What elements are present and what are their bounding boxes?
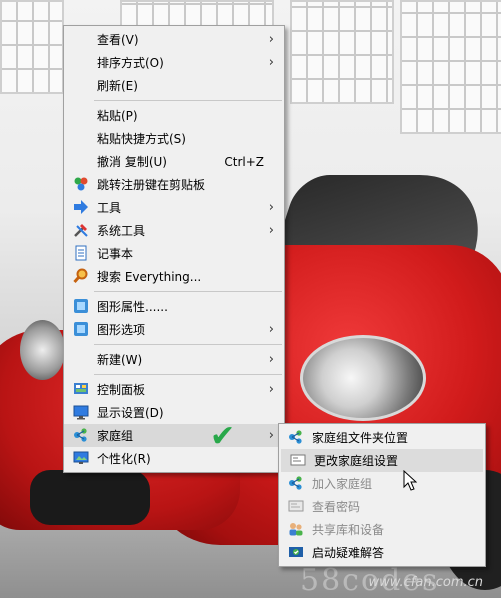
menu-separator xyxy=(94,291,282,292)
arrow-icon xyxy=(73,199,89,215)
menu-item-refresh[interactable]: 刷新(E) xyxy=(64,74,284,97)
car-grille xyxy=(30,470,150,525)
menu-item-search-everything[interactable]: 搜索 Everything... xyxy=(64,265,284,288)
menu-item-accelerator: Ctrl+Z xyxy=(224,154,264,169)
chevron-right-icon: › xyxy=(268,352,274,367)
key-icon xyxy=(288,498,304,514)
users-icon xyxy=(288,521,304,537)
chevron-right-icon: › xyxy=(268,322,274,337)
car-headlight xyxy=(300,335,426,421)
menu-item-label: 新建(W) xyxy=(97,353,143,367)
menu-item-undo-copy[interactable]: 撤消 复制(U) Ctrl+Z xyxy=(64,150,284,173)
menu-item-notepad[interactable]: 记事本 xyxy=(64,242,284,265)
menu-separator xyxy=(94,344,282,345)
menu-item-label: 查看密码 xyxy=(312,500,361,514)
submenu-item-join-homegroup[interactable]: 加入家庭组 xyxy=(279,472,485,495)
troubleshoot-icon xyxy=(288,544,304,560)
menu-item-label: 更改家庭组设置 xyxy=(314,454,399,468)
homegroup-icon xyxy=(288,475,304,491)
graphics-icon xyxy=(73,321,89,337)
car-headlight-left xyxy=(20,320,65,380)
submenu-item-change-homegroup-settings[interactable]: 更改家庭组设置 xyxy=(281,449,483,472)
menu-item-graphics-properties[interactable]: 图形属性...... xyxy=(64,295,284,318)
menu-item-label: 排序方式(O) xyxy=(97,56,164,70)
personalize-icon xyxy=(73,450,89,466)
chevron-right-icon: › xyxy=(268,55,274,70)
chevron-right-icon: › xyxy=(268,200,274,215)
menu-item-tools[interactable]: 工具 › xyxy=(64,196,284,219)
menu-separator xyxy=(94,100,282,101)
homegroup-icon xyxy=(288,429,304,445)
menu-item-system-tools[interactable]: 系统工具 › xyxy=(64,219,284,242)
menu-item-personalize[interactable]: 个性化(R) xyxy=(64,447,284,470)
submenu-item-homegroup-folder[interactable]: 家庭组文件夹位置 xyxy=(279,426,485,449)
chevron-right-icon: › xyxy=(268,32,274,47)
menu-item-label: 个性化(R) xyxy=(97,452,151,466)
menu-item-label: 查看(V) xyxy=(97,33,139,47)
menu-item-label: 加入家庭组 xyxy=(312,477,373,491)
watermark-site: www.cfan.com.cn xyxy=(368,575,483,590)
search-icon xyxy=(73,268,89,284)
menu-item-label: 图形属性...... xyxy=(97,300,168,314)
control-panel-icon xyxy=(73,381,89,397)
chevron-right-icon: › xyxy=(268,428,274,443)
settings-panel-icon xyxy=(290,452,306,468)
menu-item-label: 撤消 复制(U) xyxy=(97,155,167,169)
menu-item-label: 家庭组 xyxy=(97,429,134,443)
menu-item-label: 显示设置(D) xyxy=(97,406,164,420)
menu-item-sort[interactable]: 排序方式(O) › xyxy=(64,51,284,74)
display-icon xyxy=(73,404,89,420)
menu-item-label: 系统工具 xyxy=(97,224,146,238)
chevron-right-icon: › xyxy=(268,382,274,397)
menu-item-display-settings[interactable]: 显示设置(D) xyxy=(64,401,284,424)
menu-item-graphics-options[interactable]: 图形选项 › xyxy=(64,318,284,341)
registry-icon xyxy=(73,176,89,192)
desktop-context-menu: 查看(V) › 排序方式(O) › 刷新(E) 粘贴(P) 粘贴快捷方式(S) … xyxy=(63,25,285,473)
graphics-icon xyxy=(73,298,89,314)
submenu-item-view-password[interactable]: 查看密码 xyxy=(279,495,485,518)
menu-item-paste[interactable]: 粘贴(P) xyxy=(64,104,284,127)
menu-item-label: 共享库和设备 xyxy=(312,523,385,537)
menu-item-label: 粘贴(P) xyxy=(97,109,138,123)
menu-item-label: 家庭组文件夹位置 xyxy=(312,431,409,445)
menu-item-label: 工具 xyxy=(97,201,122,215)
menu-item-new[interactable]: 新建(W) › xyxy=(64,348,284,371)
tools-icon xyxy=(73,222,89,238)
window-pane xyxy=(290,0,394,104)
menu-item-label: 控制面板 xyxy=(97,383,146,397)
menu-item-label: 启动疑难解答 xyxy=(312,546,385,560)
submenu-item-troubleshoot[interactable]: 启动疑难解答 xyxy=(279,541,485,564)
homegroup-icon xyxy=(73,427,89,443)
mouse-cursor-icon xyxy=(403,469,418,495)
menu-item-label: 粘贴快捷方式(S) xyxy=(97,132,186,146)
menu-item-label: 刷新(E) xyxy=(97,79,138,93)
menu-item-label: 搜索 Everything... xyxy=(97,270,202,284)
menu-item-view[interactable]: 查看(V) › xyxy=(64,28,284,51)
menu-item-homegroup[interactable]: 家庭组 › xyxy=(64,424,284,447)
homegroup-submenu: 家庭组文件夹位置 更改家庭组设置 加入家庭组 查看密码 共享库和设备 启动疑难解… xyxy=(278,423,486,567)
menu-item-label: 记事本 xyxy=(97,247,134,261)
notepad-icon xyxy=(73,245,89,261)
window-pane xyxy=(0,0,64,94)
menu-item-label: 图形选项 xyxy=(97,323,146,337)
menu-item-label: 跳转注册键在剪贴板 xyxy=(97,178,206,192)
submenu-item-share-libraries[interactable]: 共享库和设备 xyxy=(279,518,485,541)
menu-item-regjump[interactable]: 跳转注册键在剪贴板 xyxy=(64,173,284,196)
check-mark-icon: ✔ xyxy=(210,419,236,454)
window-pane xyxy=(400,0,501,134)
chevron-right-icon: › xyxy=(268,223,274,238)
menu-separator xyxy=(94,374,282,375)
menu-item-paste-shortcut[interactable]: 粘贴快捷方式(S) xyxy=(64,127,284,150)
menu-item-control-panel[interactable]: 控制面板 › xyxy=(64,378,284,401)
